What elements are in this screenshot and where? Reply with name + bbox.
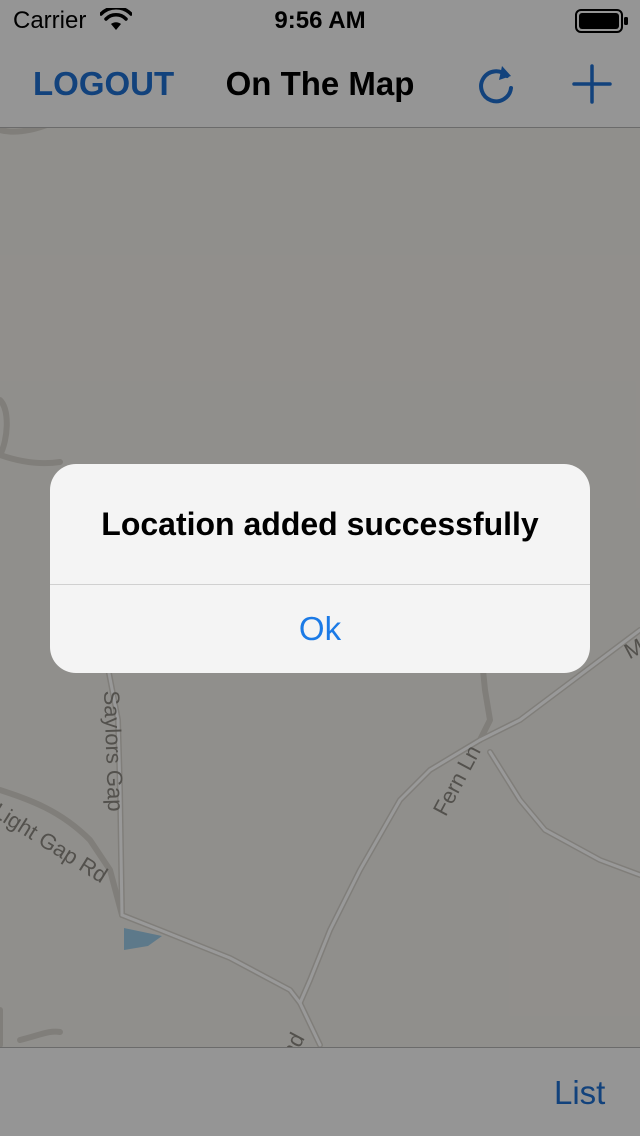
alert-ok-button[interactable]: Ok xyxy=(50,585,590,673)
alert-title: Location added successfully xyxy=(101,505,539,542)
screen: Saylors Gap Light Gap Rd Fern Ln Ma nd C… xyxy=(0,0,640,1136)
alert-dialog: Location added successfully Ok xyxy=(50,464,590,673)
